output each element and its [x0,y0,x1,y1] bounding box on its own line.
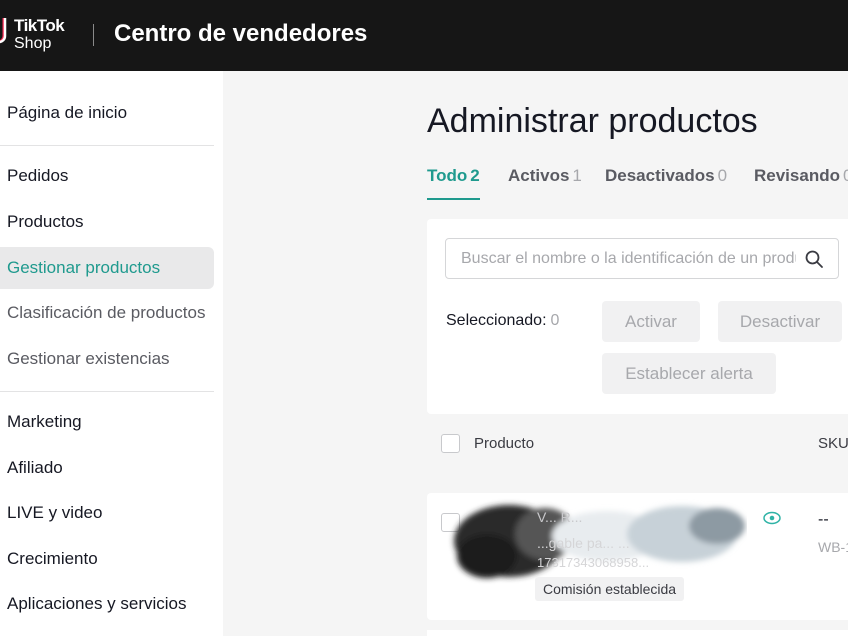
column-header-product: Producto [474,435,535,452]
product-subtitle: ...gable pa... ... [537,535,630,551]
table-row[interactable]: V... R... ...gable pa... ... 17317343068… [427,493,848,620]
tab-all[interactable]: Todo 2 [427,166,480,200]
filter-card: Seleccionado:0 Activar Desactivar Establ… [427,219,848,414]
sidebar-item-orders[interactable]: Pedidos [0,155,214,197]
tab-reviewing[interactable]: Revisando 0 [754,166,848,200]
sidebar-item-affiliate[interactable]: Afiliado [0,447,214,489]
search-box [445,238,839,279]
sidebar-item-manage-stock[interactable]: Gestionar existencias [0,338,214,380]
commission-badge: Comisión establecida [535,577,685,601]
sidebar-item-growth[interactable]: Crecimiento [0,538,214,580]
sidebar-item-products[interactable]: Productos [0,201,214,243]
set-alert-button[interactable]: Establecer alerta [602,353,776,394]
tiktok-shop-logo[interactable]: TikTok Shop [0,14,80,56]
tiktok-logo-icon [0,18,7,44]
column-header-sku: SKU [818,435,848,452]
sku-code: WB-1 [818,539,848,555]
selected-count: Seleccionado: 0 [446,312,560,329]
search-icon[interactable] [804,249,824,269]
sidebar-item-product-classification[interactable]: Clasificación de productos [0,292,214,334]
eye-icon[interactable] [763,511,781,525]
sidebar-item-apps-services[interactable]: Aplicaciones y servicios [0,583,214,625]
product-id: 17317343068958... [537,555,650,570]
sidebar-divider [0,391,214,392]
sidebar-item-marketing[interactable]: Marketing [0,401,214,443]
top-bar: TikTok Shop Centro de vendedores [0,0,848,71]
app-title: Centro de vendedores [114,20,368,47]
sidebar: Página de inicio Pedidos Productos Gesti… [0,71,223,636]
logo-text-tiktok: TikTok [14,16,65,35]
tab-deactivated[interactable]: Desactivados 0 [605,166,727,200]
tab-active[interactable]: Activos 1 [508,166,582,200]
table-header: Producto SKU [427,425,848,463]
search-input[interactable] [446,239,796,278]
select-all-checkbox[interactable] [441,434,460,453]
sidebar-item-live-video[interactable]: LIVE y video [0,492,214,534]
logo-text-shop: Shop [14,35,52,52]
sidebar-divider [0,145,214,146]
sidebar-item-manage-products[interactable]: Gestionar productos [0,247,214,289]
activate-button[interactable]: Activar [602,301,700,342]
deactivate-button[interactable]: Desactivar [718,301,842,342]
header-separator [93,24,94,46]
product-name[interactable]: V... R... [537,509,582,525]
sidebar-item-home[interactable]: Página de inicio [0,92,214,134]
page-title: Administrar productos [427,102,758,140]
table-row[interactable] [427,630,848,636]
sku-value: -- [818,511,829,528]
